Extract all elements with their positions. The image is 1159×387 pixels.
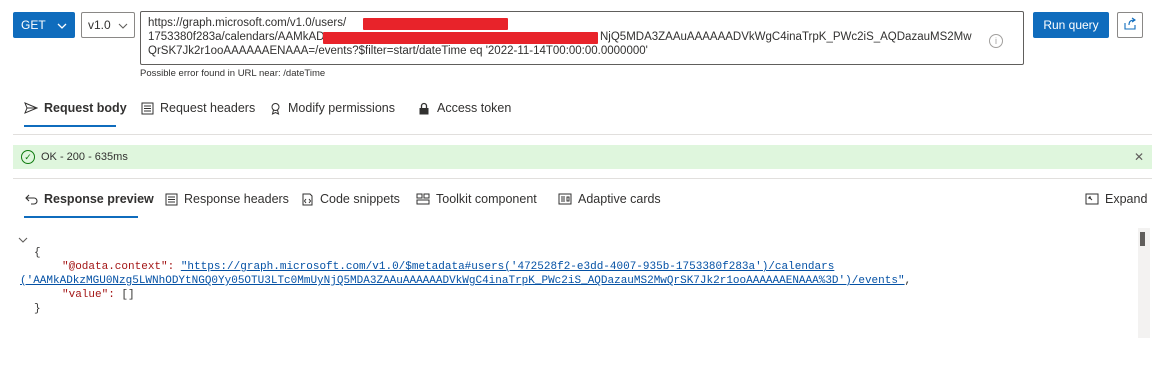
tab-request-headers[interactable]: Request headers: [140, 101, 255, 115]
version-label: v1.0: [88, 18, 111, 32]
url-line: https://graph.microsoft.com/v1.0/users/: [148, 16, 963, 30]
code-line: "value": []: [62, 289, 135, 301]
expand-icon: [1085, 192, 1099, 206]
card-icon: [558, 192, 572, 206]
tab-code-snippets[interactable]: Code snippets: [300, 192, 400, 206]
tab-toolkit-component[interactable]: Toolkit component: [416, 192, 537, 206]
active-tab-indicator: [24, 125, 116, 127]
url-error-message: Possible error found in URL near: /dateT…: [140, 68, 326, 79]
section-divider: [13, 134, 1152, 135]
method-dropdown[interactable]: GET: [13, 12, 75, 38]
tab-label: Code snippets: [320, 192, 400, 206]
headers-icon: [140, 101, 154, 115]
url-line: 1753380f283a/calendars/AAMkAD NjQ5MDA3ZA…: [148, 31, 972, 44]
redaction-mark: [323, 32, 598, 44]
chevron-down-icon: [118, 18, 128, 32]
code-line: "@odata.context": "https://graph.microso…: [62, 261, 835, 273]
code-icon: [300, 192, 314, 206]
tab-label: Request body: [44, 101, 127, 115]
status-bar: ✓ OK - 200 - 635ms ✕: [13, 145, 1152, 169]
toolkit-icon: [416, 192, 430, 206]
method-label: GET: [21, 18, 46, 32]
redaction-mark: [363, 18, 508, 30]
tab-label: Modify permissions: [288, 101, 395, 115]
tab-label: Response headers: [184, 192, 289, 206]
tab-response-preview[interactable]: Response preview: [24, 192, 154, 206]
lock-icon: [417, 101, 431, 115]
active-tab-indicator: [24, 216, 138, 218]
url-input[interactable]: https://graph.microsoft.com/v1.0/users/ …: [140, 11, 1024, 65]
code-line: {: [34, 247, 41, 259]
tab-label: Adaptive cards: [578, 192, 661, 206]
odata-context-link[interactable]: "https://graph.microsoft.com/v1.0/$metad…: [181, 261, 835, 273]
send-icon: [24, 101, 38, 115]
scrollbar-thumb[interactable]: [1140, 232, 1145, 246]
tab-request-body[interactable]: Request body: [24, 101, 127, 115]
check-circle-icon: ✓: [21, 150, 35, 164]
headers-icon: [164, 192, 178, 206]
undo-arrow-icon: [24, 192, 38, 206]
tab-response-headers[interactable]: Response headers: [164, 192, 289, 206]
share-icon: [1123, 17, 1137, 34]
tab-label: Response preview: [44, 192, 154, 206]
url-line: QrSK7Jk2r1ooAAAAAAENAAA=/events?$filter=…: [148, 45, 648, 57]
odata-context-link[interactable]: ('AAMkADkzMGU0Nzg5LWNhODYtNGQ0Yy05OTU3LT…: [20, 275, 905, 287]
tab-label: Access token: [437, 101, 512, 115]
tab-adaptive-cards[interactable]: Adaptive cards: [558, 192, 661, 206]
version-dropdown[interactable]: v1.0: [81, 12, 135, 38]
close-icon[interactable]: ✕: [1134, 150, 1144, 164]
tab-modify-permissions[interactable]: Modify permissions: [268, 101, 395, 115]
run-query-button[interactable]: Run query: [1033, 12, 1109, 38]
info-icon[interactable]: i: [989, 34, 1003, 48]
tab-access-token[interactable]: Access token: [417, 101, 511, 115]
chevron-down-icon: [57, 18, 67, 32]
response-json-viewer[interactable]: { "@odata.context": "https://graph.micros…: [20, 232, 911, 330]
code-line: ('AAMkADkzMGU0Nzg5LWNhODYtNGQ0Yy05OTU3LT…: [20, 275, 912, 287]
tab-label: Toolkit component: [436, 192, 537, 206]
status-text: OK - 200 - 635ms: [41, 151, 128, 163]
share-button[interactable]: [1117, 12, 1143, 38]
expand-button[interactable]: Expand: [1085, 192, 1147, 206]
code-line: }: [34, 303, 41, 315]
permissions-icon: [268, 101, 282, 115]
tab-label: Request headers: [160, 101, 256, 115]
expand-label: Expand: [1105, 192, 1148, 206]
